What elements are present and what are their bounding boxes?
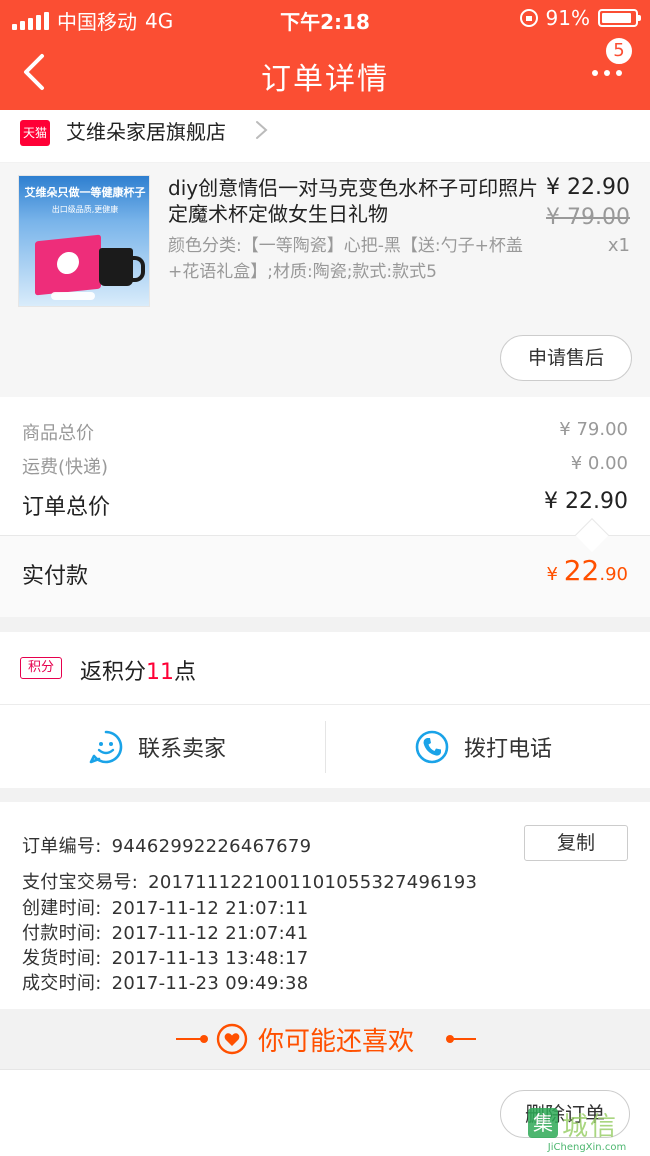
- paid-amount-row: 实付款 ¥ 22.90: [0, 536, 650, 617]
- watermark-text: 城信: [562, 1112, 619, 1142]
- info-key: 创建时间:: [22, 898, 102, 919]
- paid-label: 实付款: [22, 564, 89, 589]
- paid-currency: ¥: [546, 564, 564, 585]
- tmall-logo: 天猫: [20, 120, 50, 146]
- order-total-row: 订单总价 ¥ 22.90: [22, 489, 628, 520]
- chat-smile-icon: [89, 730, 123, 764]
- paid-integer: 22: [563, 554, 600, 587]
- product-image-banner: 艾维朵只做一等健康杯子: [24, 186, 146, 199]
- store-header[interactable]: 天猫 艾维朵家居旗舰店: [0, 110, 650, 162]
- watermark-logo: 集 城信 JiChengXin.com: [528, 1106, 646, 1154]
- points-count: 11: [146, 660, 175, 685]
- goods-total-label: 商品总价: [22, 423, 94, 444]
- shipped-time-row: 发货时间: 2017-11-13 13:48:17: [22, 944, 308, 970]
- order-total-value: ¥ 22.90: [544, 489, 628, 514]
- closed-time-row: 成交时间: 2017-11-23 09:49:38: [22, 969, 308, 995]
- shipping-value: ¥ 0.00: [570, 453, 628, 474]
- product-original-price: ¥ 79.00: [546, 205, 630, 230]
- summary-divider: [0, 535, 650, 536]
- message-count-badge: 5: [604, 36, 634, 66]
- product-sku: 颜色分类:【一等陶瓷】心把-黑【送:勺子+杯盖+花语礼盒】;材质:陶瓷;款式:款…: [168, 236, 523, 282]
- product-title[interactable]: diy创意情侣一对马克变色水杯子可印照片定魔术杯定做女生日礼物: [168, 175, 540, 227]
- copy-button[interactable]: 复制: [524, 825, 628, 861]
- recommend-line-right: [450, 1038, 476, 1040]
- call-phone-label: 拨打电话: [464, 737, 553, 762]
- info-key: 发货时间:: [22, 948, 102, 969]
- phone-icon: [415, 730, 449, 764]
- info-value: 2017-11-12 21:07:41: [111, 923, 309, 944]
- recommend-header: 你可能还喜欢: [0, 1009, 650, 1069]
- info-key: 付款时间:: [22, 923, 102, 944]
- points-suffix: 点: [174, 660, 197, 685]
- info-key: 订单编号:: [22, 836, 102, 857]
- watermark-url: JiChengXin.com: [547, 1142, 627, 1153]
- contact-seller-label: 联系卖家: [138, 737, 227, 762]
- order-total-label: 订单总价: [22, 495, 111, 520]
- top-bar: 中国移动 4G 下午2:18 91% 订单详情 5: [0, 0, 650, 110]
- store-name: 艾维朵家居旗舰店: [66, 120, 226, 144]
- after-sale-button[interactable]: 申请售后: [500, 335, 632, 381]
- battery-icon: [598, 9, 641, 27]
- watermark-square-icon: 集: [528, 1108, 558, 1138]
- shipping-label: 运费(快递): [22, 457, 109, 478]
- price-summary: 商品总价 ¥ 79.00 运费(快递) ¥ 0.00 订单总价 ¥ 22.90 …: [0, 397, 650, 617]
- contact-seller-button[interactable]: 联系卖家: [0, 705, 325, 789]
- product-image-subtitle: 出口级品质,更健康: [51, 205, 119, 214]
- rotation-lock-icon: [519, 9, 538, 27]
- mug-graphic: [99, 248, 145, 286]
- product-quantity: x1: [607, 235, 630, 256]
- status-bar: 中国移动 4G 下午2:18 91%: [0, 0, 650, 36]
- created-time-row: 创建时间: 2017-11-12 21:07:11: [22, 894, 308, 920]
- goods-total-row: 商品总价 ¥ 79.00: [22, 419, 628, 445]
- info-value: 94462992226467679: [111, 836, 312, 857]
- shipping-row: 运费(快递) ¥ 0.00: [22, 453, 628, 479]
- goods-total-value: ¥ 79.00: [559, 419, 628, 440]
- paid-time-row: 付款时间: 2017-11-12 21:07:41: [22, 919, 308, 945]
- alipay-number-row: 支付宝交易号: 20171112210011010553274961​93: [22, 868, 477, 894]
- points-prefix: 返积分: [80, 660, 147, 685]
- info-value: 20171112210011010553274961​93: [148, 872, 478, 893]
- order-number-row: 订单编号: 94462992226467679: [22, 832, 311, 858]
- points-tag: 积分: [20, 657, 62, 679]
- product-price: ¥ 22.90: [546, 175, 630, 200]
- paid-value: ¥ 22.90: [547, 554, 628, 587]
- points-text: 返积分11点: [80, 654, 196, 686]
- call-phone-button[interactable]: 拨打电话: [326, 705, 650, 789]
- spoon-graphic: [51, 292, 95, 300]
- info-key: 支付宝交易号:: [22, 872, 139, 893]
- order-info: 复制 订单编号: 94462992226467679 支付宝交易号: 2017111…: [0, 802, 650, 1009]
- heart-icon: [216, 1023, 248, 1055]
- bottom-action-bar: 删除订单 集 城信 JiChengXin.com: [0, 1069, 650, 1156]
- gift-box-graphic: [35, 234, 101, 296]
- page-title: 订单详情: [261, 62, 389, 97]
- info-value: 2017-11-13 13:48:17: [111, 948, 309, 969]
- contact-bar: 联系卖家 拨打电话: [0, 704, 650, 788]
- more-dots-icon: [592, 70, 622, 76]
- info-value: 2017-11-12 21:07:11: [111, 898, 309, 919]
- points-row: 积分 返积分11点: [0, 632, 650, 704]
- info-key: 成交时间:: [22, 973, 102, 994]
- status-right: 91%: [519, 6, 641, 30]
- recommend-title: 你可能还喜欢: [258, 1027, 415, 1057]
- recommend-dot-left: [200, 1035, 208, 1043]
- paid-decimal: .90: [599, 564, 628, 585]
- product-image[interactable]: 艾维朵只做一等健康杯子 出口级品质,更健康: [18, 175, 150, 307]
- battery-percent: 91%: [545, 6, 590, 30]
- chevron-right-icon: [256, 121, 268, 139]
- product-item[interactable]: 艾维朵只做一等健康杯子 出口级品质,更健康 diy创意情侣一对马克变色水杯子可印…: [0, 163, 650, 397]
- info-value: 2017-11-23 09:49:38: [111, 973, 309, 994]
